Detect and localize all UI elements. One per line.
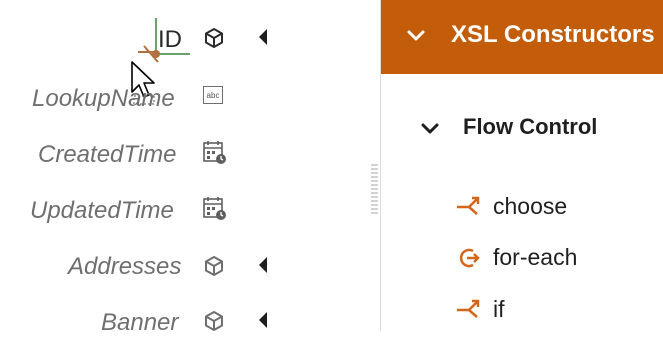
object-icon (205, 256, 223, 276)
mapping-connector-handle[interactable] (134, 16, 194, 66)
source-tree-panel: ID LookupName abc CreatedTime UpdatedTim… (0, 0, 362, 336)
expand-caret-icon[interactable] (257, 311, 269, 329)
chevron-down-icon[interactable] (407, 29, 425, 43)
choose-icon (457, 196, 480, 215)
item-label: for-each (493, 244, 578, 270)
item-label: if (493, 296, 505, 322)
chevron-down-icon[interactable] (421, 122, 439, 136)
object-icon (205, 311, 223, 331)
group-title: Flow Control (463, 114, 598, 139)
expand-caret-icon[interactable] (257, 28, 269, 46)
panel-resize-handle[interactable] (371, 164, 378, 214)
field-label-addresses: Addresses (68, 253, 182, 280)
field-label-lookupname: LookupName (32, 85, 175, 112)
datetime-icon (203, 197, 226, 220)
field-label-updatedtime: UpdatedTime (30, 197, 174, 224)
object-icon (205, 28, 223, 48)
components-palette: XSL Constructors Flow Control choose for… (381, 0, 663, 331)
field-label-createdtime: CreatedTime (38, 141, 177, 168)
field-label-banner: Banner (101, 309, 179, 336)
if-icon (457, 299, 480, 318)
palette-section-title: XSL Constructors (451, 21, 655, 48)
for-each-icon (459, 248, 480, 268)
string-icon: abc (203, 86, 223, 104)
item-label: choose (493, 193, 568, 219)
palette-section-header[interactable]: XSL Constructors (381, 0, 663, 74)
expand-caret-icon[interactable] (257, 256, 269, 274)
datetime-icon (203, 141, 226, 164)
